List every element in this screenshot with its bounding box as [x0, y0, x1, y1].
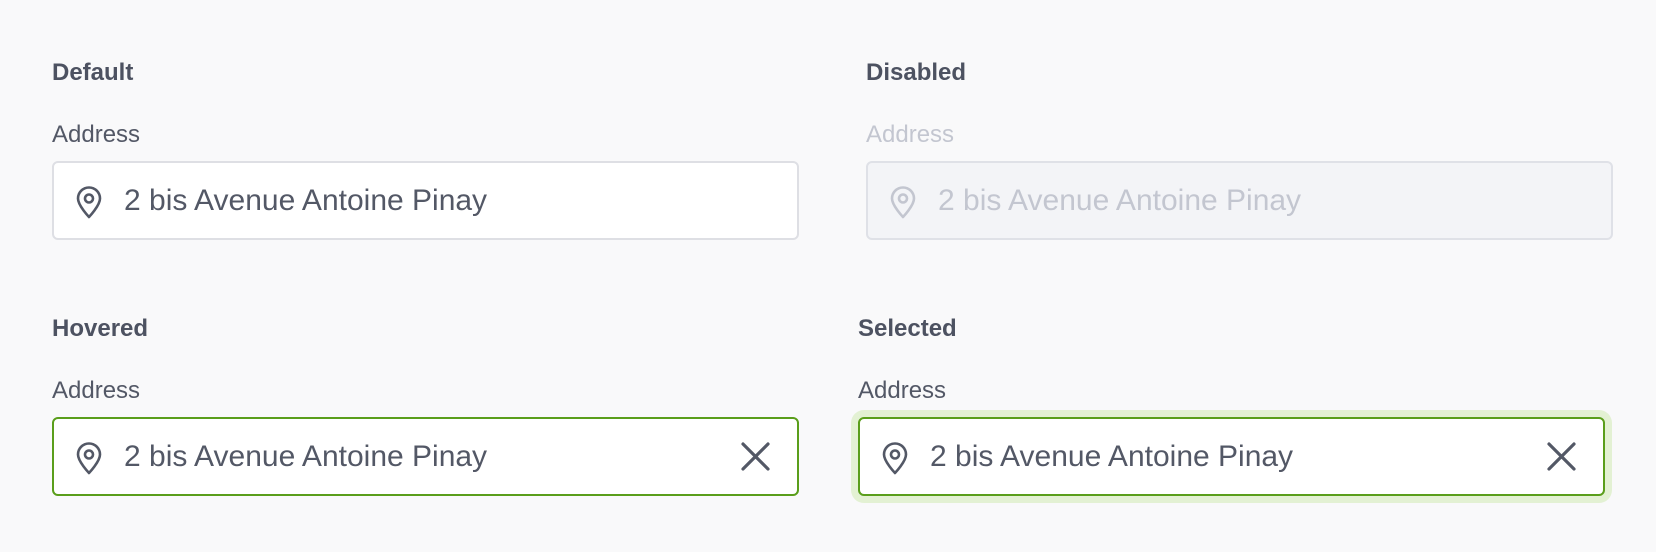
state-title-disabled: Disabled — [866, 59, 967, 86]
address-value: 2 bis Avenue Antoine Pinay — [124, 440, 488, 473]
location-pin-icon — [76, 186, 102, 219]
close-icon — [741, 442, 770, 471]
address-input-default[interactable]: 2 bis Avenue Antoine Pinay — [52, 161, 799, 240]
address-value: 2 bis Avenue Antoine Pinay — [124, 184, 488, 217]
address-value: 2 bis Avenue Antoine Pinay — [938, 184, 1302, 217]
clear-button[interactable] — [738, 439, 773, 474]
address-input-disabled: 2 bis Avenue Antoine Pinay — [866, 161, 1613, 240]
state-title-default: Default — [52, 59, 134, 86]
address-input-selected[interactable]: 2 bis Avenue Antoine Pinay — [858, 417, 1605, 496]
location-pin-icon — [890, 186, 916, 219]
address-label: Address — [858, 377, 947, 404]
state-title-hovered: Hovered — [52, 315, 149, 342]
address-label: Address — [866, 121, 955, 148]
address-value: 2 bis Avenue Antoine Pinay — [930, 440, 1294, 473]
location-pin-icon — [76, 442, 102, 475]
state-title-selected: Selected — [858, 315, 957, 342]
close-icon — [1547, 442, 1576, 471]
address-input-hovered[interactable]: 2 bis Avenue Antoine Pinay — [52, 417, 799, 496]
location-pin-icon — [882, 442, 908, 475]
clear-button[interactable] — [1544, 439, 1579, 474]
address-label: Address — [52, 377, 141, 404]
address-label: Address — [52, 121, 141, 148]
